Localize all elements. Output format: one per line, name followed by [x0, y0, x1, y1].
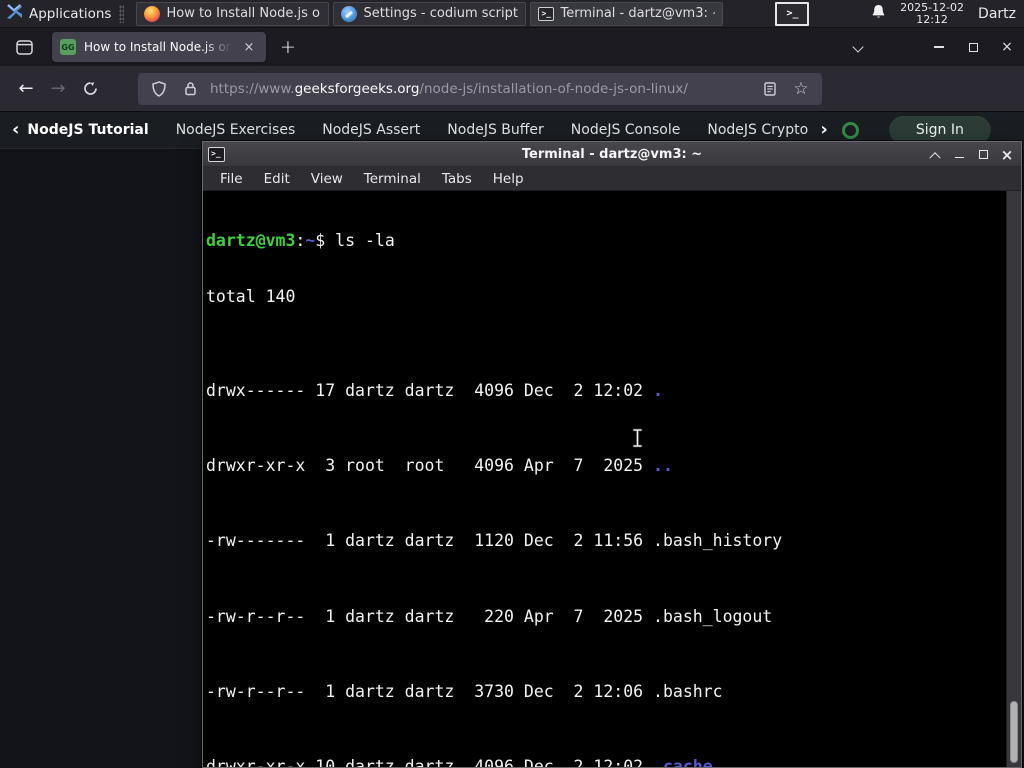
terminal-menu-terminal[interactable]: Terminal	[358, 169, 427, 189]
window-maximize-button[interactable]	[956, 28, 990, 66]
bookmark-star-icon[interactable]: ☆	[790, 78, 812, 100]
terminal-launcher-icon[interactable]: >_	[775, 1, 810, 26]
reader-view-icon[interactable]	[759, 78, 781, 100]
sign-in-button[interactable]: Sign In	[888, 116, 991, 144]
terminal-menu-view[interactable]: View	[305, 169, 349, 189]
notifications-bell-icon[interactable]	[871, 4, 886, 24]
list-all-tabs-icon[interactable]	[854, 42, 864, 52]
ls-output-row: -rw-r--r-- 1 dartz dartz 3730 Dec 2 12:0…	[206, 681, 723, 701]
ls-output-row: drwxr-xr-x 10 dartz dartz 4096 Dec 2 12:…	[206, 756, 713, 767]
terminal-window: >_ Terminal - dartz@vm3: ~ × File Edit Vie…	[202, 141, 1022, 768]
applications-menu-button[interactable]: Applications	[0, 0, 130, 28]
firefox-view-icon[interactable]	[10, 34, 38, 60]
ls-output-row: -rw------- 1 dartz dartz 1120 Dec 2 11:5…	[206, 531, 783, 551]
terminal-title-bar[interactable]: >_ Terminal - dartz@vm3: ~ ×	[203, 142, 1021, 167]
terminal-maximize-button[interactable]	[975, 147, 991, 163]
prompt-cwd: ~	[305, 230, 316, 250]
terminal-prompt-line: dartz@vm3:~$ ls -la	[206, 230, 395, 250]
taskbar-window-button-vscodium[interactable]: Settings - codium script...	[333, 1, 527, 26]
terminal-output[interactable]: dartz@vm3:~$ ls -la total 140 drwx------…	[203, 191, 1006, 767]
url-scheme: https://www.	[210, 80, 295, 97]
url-path: /node-js/installation-of-node-js-on-linu…	[419, 80, 688, 97]
vscodium-icon	[341, 5, 358, 22]
url-domain: geeksforgeeks.org	[294, 80, 420, 97]
prompt-command: $ ls -la	[315, 230, 395, 250]
terminal-icon: >_	[538, 6, 555, 21]
tracking-shield-icon[interactable]	[148, 78, 170, 100]
browser-toolbar: ← → https://www.geeksforgeeks.org/node-j…	[0, 66, 1024, 135]
prompt-user-host: dartz@vm3	[206, 230, 296, 250]
terminal-minimize-button[interactable]	[951, 147, 967, 163]
browser-tab-active[interactable]: GG How to Install Node.js on ×	[52, 32, 266, 62]
ls-output-row: drwx------ 17 dartz dartz 4096 Dec 2 12:…	[206, 380, 663, 400]
window-minimize-button[interactable]	[922, 28, 956, 66]
desktop: Applications How to Install Node.js o...…	[0, 0, 1024, 768]
nav-link[interactable]: NodeJS Exercises	[176, 122, 296, 138]
ls-output-row: drwxr-xr-x 3 root root 4096 Apr 7 2025 .…	[206, 456, 673, 476]
terminal-total-line: total 140	[206, 286, 296, 306]
user-menu[interactable]: Dartz	[978, 6, 1016, 22]
new-tab-button[interactable]: +	[274, 33, 302, 61]
taskbar-status-area: 2025-12-02 12:12 Dartz	[871, 0, 1018, 28]
system-taskbar: Applications How to Install Node.js o...…	[0, 0, 1024, 28]
terminal-shade-button[interactable]	[927, 147, 943, 163]
nav-scroll-left-icon[interactable]: ‹	[0, 119, 27, 142]
back-button[interactable]: ←	[10, 73, 42, 105]
terminal-menu-bar: File Edit View Terminal Tabs Help	[203, 167, 1021, 191]
terminal-scrollbar[interactable]	[1006, 191, 1021, 767]
lock-icon[interactable]	[179, 78, 201, 100]
nav-link[interactable]: NodeJS Assert	[322, 122, 420, 138]
terminal-menu-help[interactable]: Help	[487, 169, 530, 189]
reload-button[interactable]	[74, 73, 106, 105]
browser-tab-bar: GG How to Install Node.js on × + ×	[0, 28, 1024, 66]
nav-link[interactable]: NodeJS Console	[571, 122, 681, 138]
terminal-scrollbar-thumb[interactable]	[1010, 701, 1018, 763]
clock-time: 12:12	[916, 13, 948, 26]
ls-output-row: -rw-r--r-- 1 dartz dartz 220 Apr 7 2025 …	[206, 606, 773, 626]
url-text: https://www.geeksforgeeks.org/node-js/in…	[210, 81, 750, 97]
forward-button[interactable]: →	[42, 73, 74, 105]
tab-close-icon[interactable]: ×	[240, 38, 258, 56]
nav-link[interactable]: NodeJS Buffer	[447, 122, 544, 138]
terminal-menu-tabs[interactable]: Tabs	[436, 169, 478, 189]
nav-link[interactable]: NodeJS Crypto	[707, 122, 808, 138]
search-icon[interactable]	[841, 121, 859, 139]
taskbar-window-buttons: How to Install Node.js o... Settings - c…	[136, 1, 724, 26]
terminal-menu-edit[interactable]: Edit	[258, 169, 296, 189]
nav-scroll-right-icon[interactable]: ›	[820, 118, 828, 142]
terminal-app-icon: >_	[208, 146, 225, 162]
terminal-window-title: Terminal - dartz@vm3: ~	[521, 146, 703, 162]
tab-title: How to Install Node.js on	[84, 40, 232, 54]
firefox-icon	[144, 5, 161, 22]
taskbar-window-button-terminal[interactable]: >_ Terminal - dartz@vm3: ~	[530, 1, 724, 26]
url-bar[interactable]: https://www.geeksforgeeks.org/node-js/in…	[138, 72, 822, 105]
terminal-menu-file[interactable]: File	[214, 169, 249, 189]
nav-link[interactable]: NodeJS Tutorial	[27, 122, 148, 138]
terminal-close-button[interactable]: ×	[999, 146, 1015, 164]
xfce-logo-icon	[6, 3, 23, 24]
applications-menu-label: Applications	[29, 5, 112, 22]
taskbar-window-button-firefox[interactable]: How to Install Node.js o...	[136, 1, 330, 26]
clock[interactable]: 2025-12-02 12:12	[900, 2, 964, 26]
panel-handle	[119, 4, 125, 23]
window-close-button[interactable]: ×	[990, 28, 1024, 66]
geeksforgeeks-favicon: GG	[60, 39, 76, 55]
